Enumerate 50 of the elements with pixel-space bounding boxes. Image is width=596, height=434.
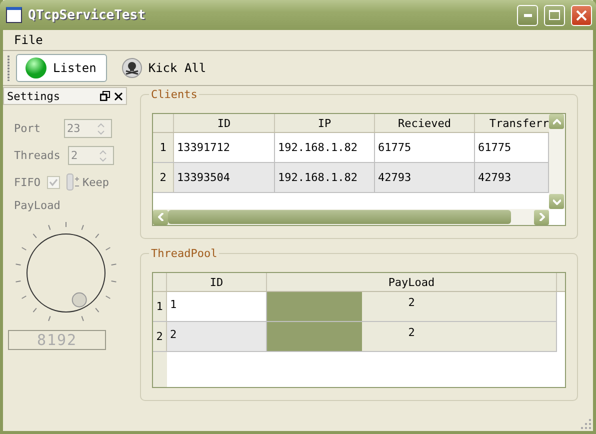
- row-header[interactable]: 2: [153, 322, 167, 351]
- dock-title: Settings: [7, 90, 61, 102]
- table-cell: 192.168.1.82: [275, 133, 375, 162]
- progress-bar: 2: [267, 292, 557, 321]
- float-icon[interactable]: [100, 91, 110, 101]
- column-header[interactable]: Recieved: [375, 114, 475, 132]
- table-cell: 13391712: [174, 133, 275, 162]
- progress-bar: 2: [267, 322, 557, 351]
- row-header[interactable]: 1: [153, 133, 174, 162]
- minimize-button[interactable]: [517, 4, 538, 26]
- minimize-icon: [524, 14, 532, 16]
- lcd-display: 8192: [8, 330, 106, 350]
- table-cell: 13393504: [174, 163, 275, 192]
- orb-icon: [25, 57, 47, 79]
- field-label: Threads: [14, 149, 58, 162]
- group-title: Clients: [149, 88, 200, 101]
- table-cell: 42793: [375, 163, 475, 192]
- size-grip[interactable]: [581, 419, 591, 429]
- close-icon[interactable]: [114, 92, 123, 100]
- column-header[interactable]: Transferr: [475, 114, 549, 132]
- field-label: Keep: [82, 176, 109, 188]
- skull-icon: [122, 58, 142, 78]
- toolbar-grip[interactable]: [7, 55, 10, 81]
- column-header[interactable]: PayLoad: [267, 273, 557, 291]
- listen-button[interactable]: Listen: [16, 54, 108, 82]
- close-icon: [576, 10, 587, 20]
- table-cell: 61775: [375, 133, 475, 162]
- table-cell: 2: [167, 322, 267, 351]
- close-button[interactable]: [571, 4, 592, 26]
- kick-button[interactable]: Kick All: [113, 54, 218, 82]
- vertical-scrollbar[interactable]: [549, 114, 565, 209]
- dial-knob[interactable]: [72, 292, 87, 308]
- menu-item[interactable]: File: [11, 33, 46, 47]
- row-header[interactable]: 2: [153, 163, 174, 192]
- column-header[interactable]: ID: [167, 273, 267, 291]
- field-label: PayLoad: [14, 199, 62, 212]
- field-label: Port: [14, 122, 42, 135]
- window-icon: [6, 7, 22, 23]
- horizontal-scrollbar[interactable]: [153, 209, 549, 225]
- table-cell: 192.168.1.82: [275, 163, 375, 192]
- window-title: QTcpServiceTest: [28, 8, 146, 22]
- group-title: ThreadPool: [149, 247, 220, 260]
- field-label: FIFO: [14, 176, 40, 188]
- maximize-button[interactable]: [544, 4, 565, 26]
- dial[interactable]: [26, 234, 106, 312]
- column-header[interactable]: IP: [275, 114, 375, 132]
- toggle-icon: [66, 173, 80, 191]
- column-header[interactable]: ID: [174, 114, 275, 132]
- maximize-icon: [549, 10, 560, 20]
- row-header[interactable]: 1: [153, 292, 167, 321]
